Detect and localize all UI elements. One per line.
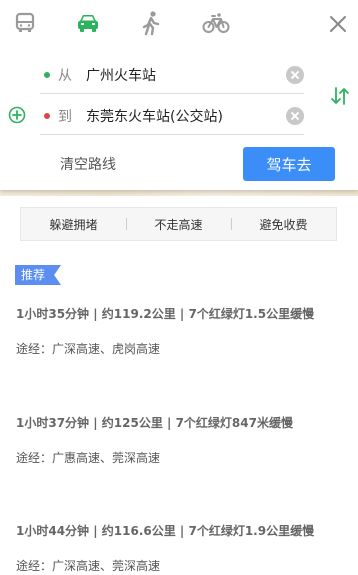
route-preferences: 躲避拥堵 不走高速 避免收费 <box>20 207 337 241</box>
car-icon <box>78 15 98 32</box>
route-via: 途经：广深高速、虎岗高速 <box>16 342 161 356</box>
route-panel: 从 广州火车站 到 东莞东火车站(公交站) 清空路线 驾车去 <box>0 0 358 190</box>
clear-route-link[interactable]: 清空路线 <box>60 154 116 174</box>
end-point-field[interactable]: 到 东莞东火车站(公交站) <box>40 97 304 135</box>
travel-mode-bar <box>0 6 358 40</box>
route-summary: 1小时37分钟 | 约125公里 | 7个红绿灯847米缓慢 <box>16 416 293 430</box>
drive-button[interactable]: 驾车去 <box>243 147 335 181</box>
bike-icon <box>202 13 230 33</box>
car-mode-tab[interactable] <box>71 6 105 40</box>
recommend-tag: 推荐 <box>15 265 62 285</box>
start-point-field[interactable]: 从 广州火车站 <box>40 56 304 94</box>
route-via: 途经：广深高速、莞深高速 <box>16 559 161 573</box>
end-prefix: 到 <box>58 108 72 125</box>
clear-start-icon[interactable] <box>286 65 304 84</box>
end-value[interactable]: 东莞东火车站(公交站) <box>86 106 286 126</box>
add-waypoint-icon[interactable] <box>8 106 26 124</box>
close-button[interactable] <box>324 10 352 38</box>
route-option-3[interactable]: 1小时44分钟 | 约116.6公里 | 7个红绿灯1.9公里缓慢 途经：广深高… <box>16 522 314 574</box>
bike-mode-tab[interactable] <box>199 6 233 40</box>
bus-icon <box>15 12 35 32</box>
start-prefix: 从 <box>58 67 72 84</box>
route-summary: 1小时35分钟 | 约119.2公里 | 7个红绿灯1.5公里缓慢 <box>16 307 315 321</box>
bus-mode-tab[interactable] <box>8 6 42 40</box>
start-value[interactable]: 广州火车站 <box>86 65 286 85</box>
swap-icon[interactable] <box>330 85 350 107</box>
route-via: 途经：广惠高速、莞深高速 <box>16 451 161 465</box>
pref-avoid-toll[interactable]: 避免收费 <box>231 216 336 233</box>
route-summary: 1小时44分钟 | 约116.6公里 | 7个红绿灯1.9公里缓慢 <box>16 524 315 538</box>
walk-mode-tab[interactable] <box>134 6 168 40</box>
end-dot <box>44 112 50 119</box>
walk-icon <box>142 11 160 36</box>
route-option-1[interactable]: 1小时35分钟 | 约119.2公里 | 7个红绿灯1.5公里缓慢 途经：广深高… <box>16 305 314 357</box>
route-option-2[interactable]: 1小时37分钟 | 约125公里 | 7个红绿灯847米缓慢 途经：广惠高速、莞… <box>16 414 293 466</box>
start-dot <box>44 71 50 78</box>
close-icon <box>330 16 346 32</box>
pref-avoid-congestion[interactable]: 躲避拥堵 <box>21 216 126 233</box>
clear-end-icon[interactable] <box>286 106 304 125</box>
pref-no-highway[interactable]: 不走高速 <box>126 216 231 233</box>
